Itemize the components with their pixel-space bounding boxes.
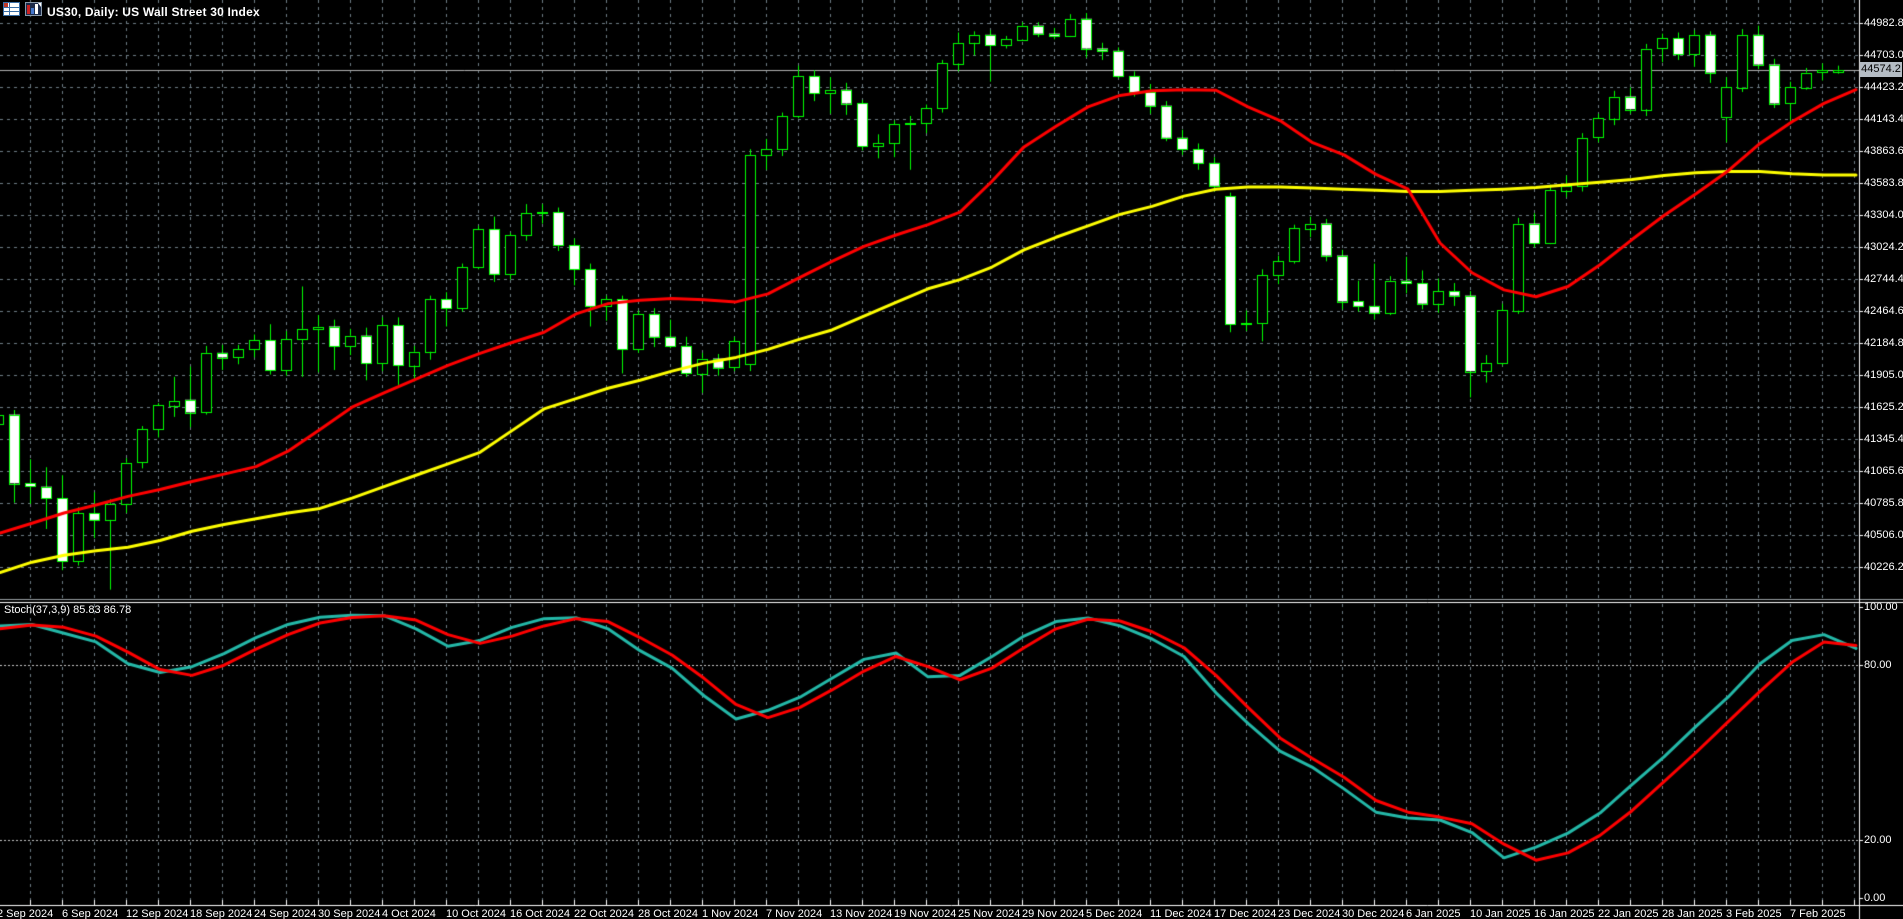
date-axis-label: 18 Sep 2024 xyxy=(190,908,252,919)
window-chart-icon[interactable] xyxy=(25,2,42,21)
date-axis-label: 5 Dec 2024 xyxy=(1086,908,1142,919)
date-axis-label: 23 Dec 2024 xyxy=(1278,908,1340,919)
date-axis-label: 13 Nov 2024 xyxy=(830,908,892,919)
date-axis-label: 10 Oct 2024 xyxy=(446,908,506,919)
date-axis-label: 28 Jan 2025 xyxy=(1662,908,1723,919)
chart-window-menu[interactable]: US30, Daily: US Wall Street 30 Index xyxy=(3,2,260,21)
date-axis-label: 11 Dec 2024 xyxy=(1150,908,1212,919)
price-axis-label: 43583.8 xyxy=(1864,177,1903,189)
date-axis-label: 28 Oct 2024 xyxy=(638,908,698,919)
price-axis-label: 41345.4 xyxy=(1864,433,1903,445)
current-price-badge: 44574.2 xyxy=(1860,62,1902,77)
date-axis-label: 16 Jan 2025 xyxy=(1534,908,1595,919)
date-axis-label: 3 Feb 2025 xyxy=(1726,908,1782,919)
price-axis-label: 43304.0 xyxy=(1864,209,1903,221)
date-axis-label: 17 Dec 2024 xyxy=(1214,908,1276,919)
date-axis-label: 24 Sep 2024 xyxy=(254,908,316,919)
date-axis-label: 1 Nov 2024 xyxy=(702,908,758,919)
date-axis-label: 30 Sep 2024 xyxy=(318,908,380,919)
date-axis-label: 6 Sep 2024 xyxy=(62,908,118,919)
price-axis-label: 44982.8 xyxy=(1864,17,1903,29)
stoch-axis-label: 80.00 xyxy=(1864,659,1892,671)
date-axis-label: 7 Nov 2024 xyxy=(766,908,822,919)
date-axis-label: 16 Oct 2024 xyxy=(510,908,570,919)
price-axis-label: 43863.6 xyxy=(1864,145,1903,157)
date-axis-label: 19 Nov 2024 xyxy=(894,908,956,919)
date-axis-label: 30 Dec 2024 xyxy=(1342,908,1404,919)
date-axis-label: 7 Feb 2025 xyxy=(1790,908,1846,919)
price-axis-label: 44703.0 xyxy=(1864,49,1903,61)
price-axis-label: 43024.2 xyxy=(1864,241,1903,253)
stoch-axis-label: 100.00 xyxy=(1864,601,1898,613)
price-axis-label: 40226.2 xyxy=(1864,561,1903,573)
stoch-axis-label: 20.00 xyxy=(1864,834,1892,846)
date-axis-label: 4 Oct 2024 xyxy=(382,908,436,919)
price-axis-label: 44143.4 xyxy=(1864,113,1903,125)
date-axis-label: 25 Nov 2024 xyxy=(958,908,1020,919)
price-axis-label: 41905.0 xyxy=(1864,369,1903,381)
price-chart-canvas[interactable] xyxy=(0,0,1903,919)
date-axis-label: 10 Jan 2025 xyxy=(1470,908,1531,919)
price-axis-label: 41065.6 xyxy=(1864,465,1903,477)
date-axis-label: 2 Sep 2024 xyxy=(0,908,53,919)
date-axis-label: 12 Sep 2024 xyxy=(126,908,188,919)
chart-title: US30, Daily: US Wall Street 30 Index xyxy=(47,5,260,19)
price-axis-label: 42744.4 xyxy=(1864,273,1903,285)
price-axis-label: 41625.2 xyxy=(1864,401,1903,413)
price-axis-label: 40785.8 xyxy=(1864,497,1903,509)
stoch-axis-label: 0.00 xyxy=(1864,892,1885,904)
date-axis-label: 6 Jan 2025 xyxy=(1406,908,1460,919)
window-table-icon[interactable] xyxy=(3,2,20,21)
price-axis-label: 42464.6 xyxy=(1864,305,1903,317)
date-axis-label: 22 Oct 2024 xyxy=(574,908,634,919)
price-axis-label: 42184.8 xyxy=(1864,337,1903,349)
price-axis-label: 40506.0 xyxy=(1864,529,1903,541)
date-axis-label: 22 Jan 2025 xyxy=(1598,908,1659,919)
mt4-chart-window: US30, Daily: US Wall Street 30 Index Sto… xyxy=(0,0,1903,919)
stochastic-indicator-label: Stoch(37,3,9) 85.83 86.78 xyxy=(4,604,131,616)
date-axis-label: 29 Nov 2024 xyxy=(1022,908,1084,919)
price-axis-label: 44423.2 xyxy=(1864,81,1903,93)
